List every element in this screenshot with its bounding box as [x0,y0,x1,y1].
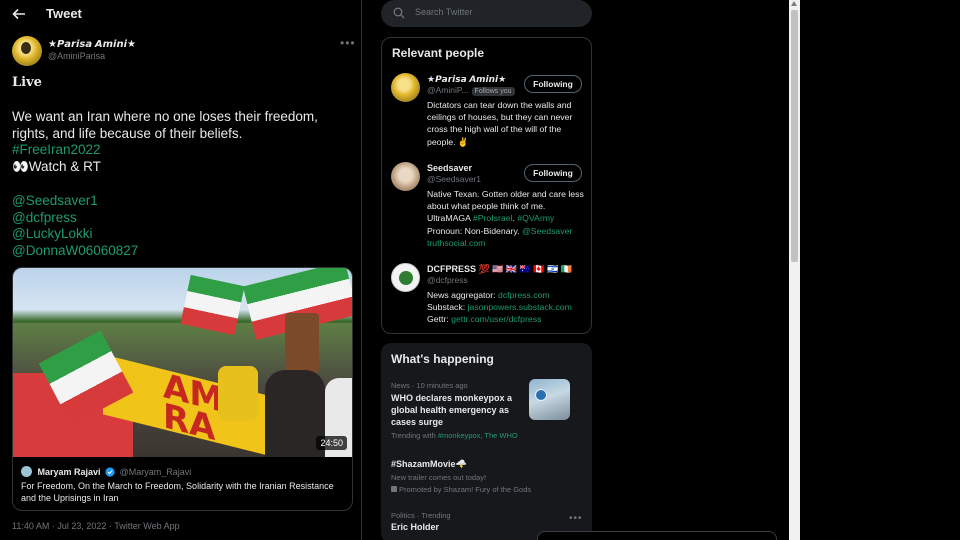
search-icon [393,7,405,19]
person-handle-text: @AminiP... [427,85,469,95]
promoted-trend-item[interactable]: #ShazamMovie🌩️ New trailer comes out tod… [391,458,586,494]
bio-url-link[interactable]: truthsocial.com [427,238,485,248]
person-handle[interactable]: @dcfpress [427,275,468,285]
person-handle[interactable]: @AminiP... Follows you [427,85,515,96]
trend-title: #ShazamMovie🌩️ [391,459,467,469]
trend-item[interactable]: Politics · Trending Eric Holder [391,511,586,533]
quoted-tweet-text: For Freedom, On the March to Freedom, So… [21,481,334,503]
person-avatar[interactable] [391,162,420,191]
promoted-icon [391,486,397,492]
search-bar[interactable] [381,0,592,27]
bio-hashtag-link[interactable]: #ProIsrael [473,213,513,223]
quoted-author-avatar [21,466,32,477]
bio-hashtag-link[interactable]: #QVArmy [517,213,554,223]
bio-text: News aggregator: [427,290,498,300]
trend-title: WHO declares monkeypox a global health e… [391,393,513,427]
video-duration: 24:50 [316,436,347,450]
person-name[interactable]: DCFPRESS 💯 🇺🇸 🇬🇧 🇦🇺 🇨🇦 🇮🇱 🇮🇪 [427,264,572,275]
quoted-author-name: Maryam Rajavi [37,467,101,477]
tweet-header: Tweet [0,0,361,28]
trend-sub: New trailer comes out today! [391,473,487,482]
bio-url-link[interactable]: gettr.com/user/dcfpress [451,314,541,324]
person-bio: News aggregator: dcfpress.com Substack: … [427,289,585,326]
trend-meta: Politics · Trending [391,511,451,520]
following-button[interactable]: Following [524,75,582,93]
person-handle[interactable]: @Seedsaver1 [427,174,481,184]
relevant-people-panel: Relevant people ★𝙋𝙖𝙧𝙞𝙨𝙖 𝘼𝙢𝙞𝙣𝙞★ @AminiP..… [381,37,592,334]
tweet-live-label: 𝐋𝐢𝐯𝐞 [12,75,42,90]
quoted-author-handle: @Maryam_Rajavi [119,467,192,477]
mention-link[interactable]: @dcfpress [12,210,352,227]
person-avatar[interactable] [391,73,420,102]
author-avatar[interactable] [12,36,42,66]
promoted-text: Promoted by Shazam! Fury of the Gods [399,485,532,494]
page-title: Tweet [46,6,82,21]
trend-related-links[interactable]: #monkeypox, The WHO [438,431,518,440]
trend-thumbnail[interactable] [529,379,570,420]
relevant-people-title: Relevant people [392,46,485,60]
trend-sub: Trending with #monkeypox, The WHO [391,431,586,440]
person-avatar[interactable] [391,263,420,292]
author-name[interactable]: ★𝙋𝙖𝙧𝙞𝙨𝙖 𝘼𝙢𝙞𝙣𝙞★ [48,39,136,50]
more-options-icon[interactable]: ••• [569,513,583,524]
author-handle[interactable]: @AminiParisa [48,51,105,61]
verified-badge-icon [105,467,115,477]
bio-url-link[interactable]: jasonpowers.substack.com [468,302,572,312]
search-input[interactable] [415,7,585,17]
quoted-video-card[interactable]: AM RA 24:50 Maryam Rajavi @Maryam_Rajavi… [12,267,353,511]
scroll-up-arrow-icon[interactable] [791,1,797,6]
tweet-column: Tweet ★𝙋𝙖𝙧𝙞𝙨𝙖 𝘼𝙢𝙞𝙣𝙞★ @AminiParisa ••• 𝐋𝐢… [0,0,362,540]
whats-happening-title: What's happening [391,352,494,366]
person-name[interactable]: Seedsaver [427,163,472,173]
person-bio: Dictators can tear down the walls and ce… [427,100,573,147]
bio-mention-link[interactable]: @Seedsaver [522,226,572,236]
whats-happening-panel: What's happening News · 10 minutes ago W… [381,343,592,540]
mention-link[interactable]: @DonnaW06060827 [12,243,352,260]
follows-you-badge: Follows you [471,87,515,96]
tweet-line-1: We want an Iran where no one loses their… [12,108,318,124]
scrollbar-thumb[interactable] [791,10,798,262]
bio-text: Pronoun: Non-Bidenary. [427,225,522,236]
promoted-label: Promoted by Shazam! Fury of the Gods [391,485,586,494]
hashtag-link[interactable]: #FreeIran2022 [12,142,352,159]
page-scrollbar[interactable] [789,0,800,540]
back-arrow-icon[interactable] [11,6,27,22]
tweet-text: 𝐋𝐢𝐯𝐞 We want an Iran where no one loses … [12,75,352,260]
tweet-watch-line: 👀Watch & RT [12,159,101,175]
following-button[interactable]: Following [524,164,582,182]
video-thumbnail[interactable]: AM RA 24:50 [13,268,352,457]
tweet-line-2: rights, and life because of their belief… [12,125,243,141]
more-options-icon[interactable]: ••• [340,36,356,50]
person-bio: Native Texan. Gotten older and care less… [427,188,585,249]
quoted-author-row[interactable]: Maryam Rajavi @Maryam_Rajavi [21,466,191,477]
trend-sub-prefix: Trending with [391,431,438,440]
bio-url-link[interactable]: dcfpress.com [498,290,550,300]
messages-drawer[interactable] [537,531,777,540]
tweet-timestamp[interactable]: 11:40 AM · Jul 23, 2022 · Twitter Web Ap… [12,521,180,531]
mention-link[interactable]: @LuckyLokki [12,226,352,243]
mention-link[interactable]: @Seedsaver1 [12,193,352,210]
bio-text: Substack: [427,302,468,313]
bio-text: Gettr: [427,314,452,325]
person-name[interactable]: ★𝙋𝙖𝙧𝙞𝙨𝙖 𝘼𝙢𝙞𝙣𝙞★ [427,74,506,85]
